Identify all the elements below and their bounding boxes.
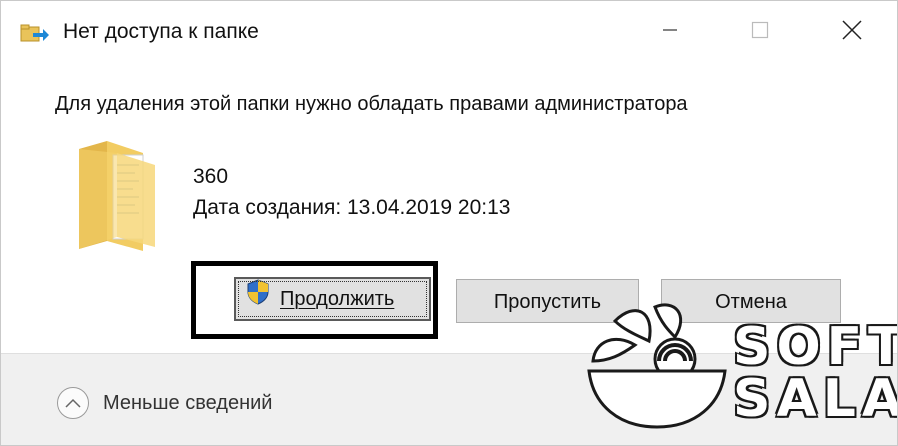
watermark-line2: SALAD xyxy=(733,369,897,429)
maximize-icon xyxy=(751,21,769,44)
chevron-up-icon xyxy=(57,387,89,419)
continue-button[interactable]: Продолжить xyxy=(234,277,431,321)
watermark-line1: SOFT xyxy=(733,317,898,377)
dialog-window: Нет доступа к папке Для удаления этой па… xyxy=(0,0,898,446)
maximize-button[interactable] xyxy=(715,1,805,63)
uac-shield-icon xyxy=(246,278,270,320)
folder-move-icon xyxy=(19,21,49,45)
minimize-icon xyxy=(662,22,678,43)
salad-bowl-logo xyxy=(587,303,727,429)
title-bar[interactable]: Нет доступа к папке xyxy=(1,1,897,63)
window-title: Нет доступа к папке xyxy=(63,20,259,43)
close-icon xyxy=(842,19,862,45)
softsalad-watermark: SOFT SALAD xyxy=(585,301,897,431)
creation-date: Дата создания: 13.04.2019 20:13 xyxy=(193,196,511,219)
folder-name: 360 xyxy=(193,165,229,188)
details-label: Меньше сведений xyxy=(103,391,273,414)
continue-button-label: Продолжить xyxy=(280,288,395,310)
dialog-message: Для удаления этой папки нужно обладать п… xyxy=(55,93,688,115)
close-button[interactable] xyxy=(807,1,897,63)
details-toggle[interactable]: Меньше сведений xyxy=(57,387,272,419)
folder-icon xyxy=(73,139,161,251)
minimize-button[interactable] xyxy=(625,1,715,63)
